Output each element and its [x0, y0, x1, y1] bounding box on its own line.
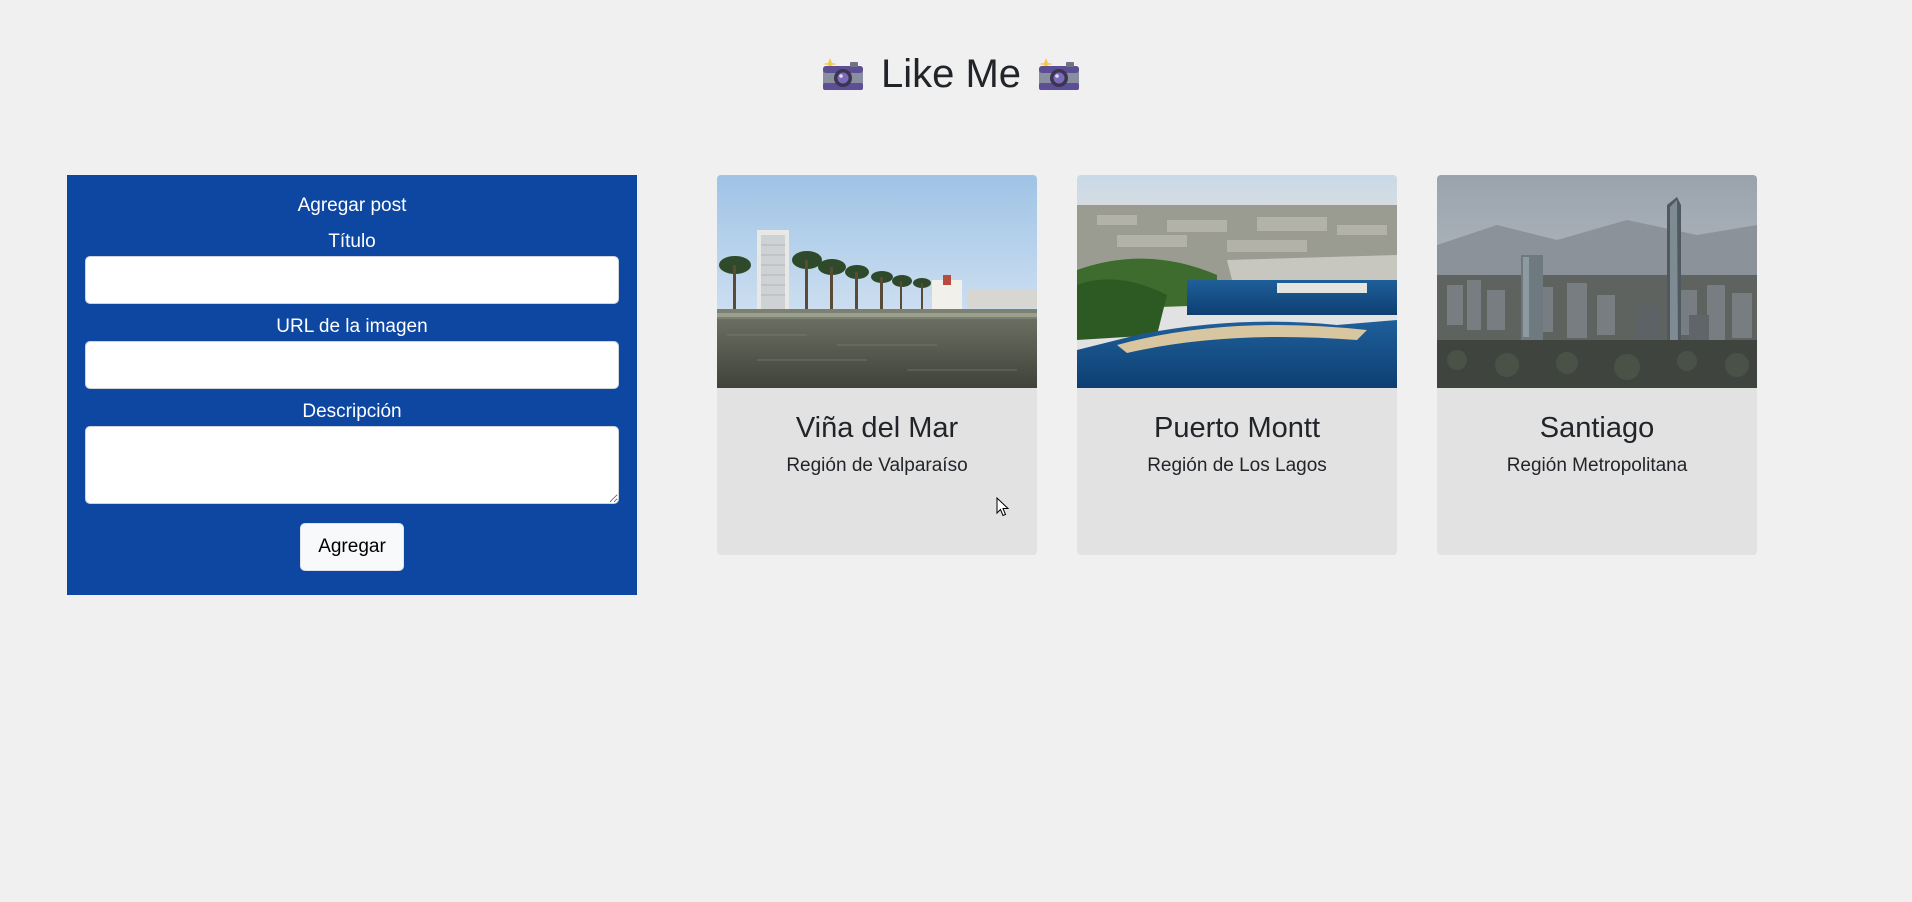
- add-post-button[interactable]: Agregar: [300, 523, 404, 571]
- post-title: Viña del Mar: [795, 412, 959, 444]
- description-textarea[interactable]: [85, 426, 619, 504]
- post-title: Santiago: [1539, 412, 1655, 444]
- post-card: Puerto Montt Región de Los Lagos: [1077, 175, 1397, 555]
- page: Like Me Agregar post Título URL de la im…: [0, 0, 1912, 902]
- post-title: Puerto Montt: [1153, 412, 1321, 444]
- post-card: Viña del Mar Región de Valparaíso: [717, 175, 1037, 555]
- post-subtitle: Región Metropolitana: [1506, 455, 1688, 476]
- image-url-input[interactable]: [85, 341, 619, 389]
- post-image: [717, 175, 1037, 388]
- post-image: [1077, 175, 1397, 388]
- post-image: [1437, 175, 1757, 388]
- form-heading: Agregar post: [297, 195, 407, 216]
- add-post-form: Agregar post Título URL de la imagen Des…: [67, 175, 637, 595]
- post-subtitle: Región de Los Lagos: [1147, 455, 1327, 476]
- image-url-label: URL de la imagen: [276, 316, 428, 337]
- camera-flash-icon: [821, 56, 865, 92]
- post-subtitle: Región de Valparaíso: [786, 455, 968, 476]
- mouse-pointer-icon: [996, 497, 1010, 517]
- post-card: Santiago Región Metropolitana: [1437, 175, 1757, 555]
- page-header: Like Me: [0, 54, 1902, 94]
- title-input[interactable]: [85, 256, 619, 304]
- page-title: Like Me: [880, 52, 1022, 96]
- title-label: Título: [328, 231, 376, 252]
- description-label: Descripción: [302, 401, 402, 422]
- camera-flash-icon: [1037, 56, 1081, 92]
